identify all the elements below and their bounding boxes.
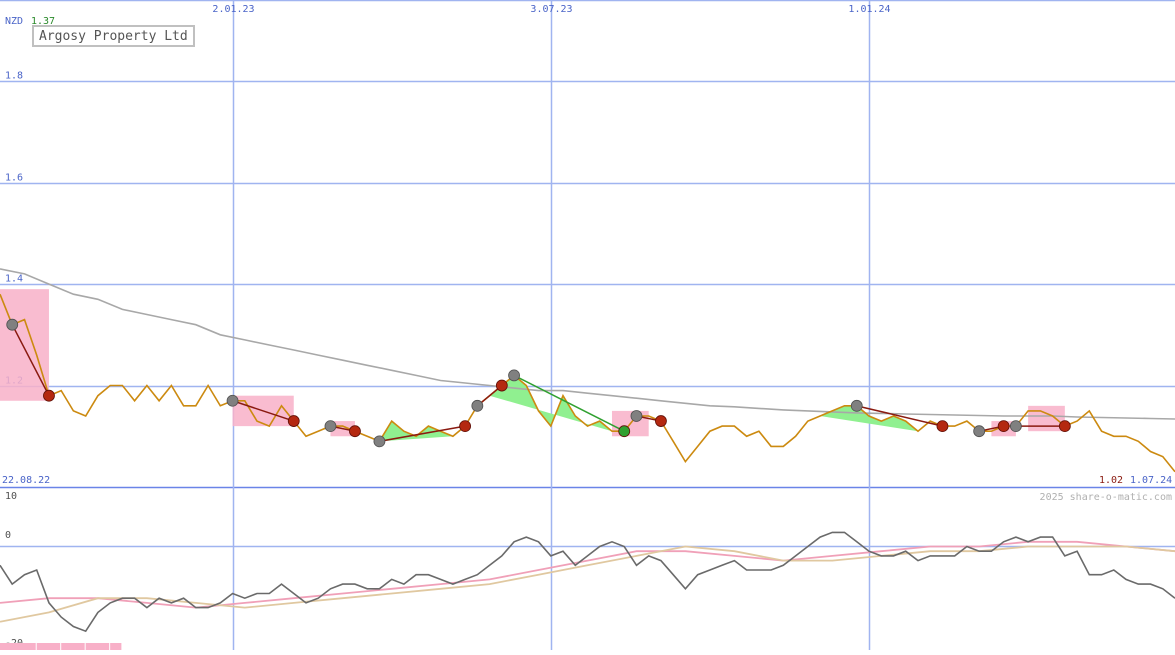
- oscillator-bar: [61, 643, 85, 650]
- sell-marker: [495, 379, 508, 392]
- start-date-label: 22.08.22: [2, 475, 50, 486]
- credit-label: 2025 share-o-matic.com: [1040, 492, 1172, 503]
- last-value-label: 1.02: [1099, 475, 1123, 486]
- loss-area: [0, 289, 49, 401]
- y-tick-label: 1.4: [5, 274, 23, 285]
- oscillator-tick-label: 0: [5, 530, 11, 541]
- price-chart: 1.81.61.41.22.01.233.07.231.01.24NZD1.37…: [0, 0, 1175, 650]
- buy-marker: [508, 369, 520, 382]
- sell-marker: [997, 420, 1010, 433]
- buy-marker: [850, 399, 863, 412]
- buy-marker: [973, 425, 986, 438]
- buy-marker: [1009, 420, 1022, 433]
- buy-marker: [6, 318, 19, 331]
- sell-marker: [43, 389, 55, 402]
- sell-marker: [618, 425, 631, 438]
- buy-marker: [226, 394, 239, 407]
- y-tick-label: 1.6: [5, 173, 23, 184]
- oscillator-bar: [85, 643, 110, 650]
- oscillator-bar: [36, 643, 61, 650]
- y-tick-label: 1.8: [5, 71, 23, 82]
- sell-marker: [1058, 420, 1071, 433]
- oscillator-bar: [110, 643, 122, 650]
- sell-marker: [287, 415, 300, 427]
- sell-marker: [936, 420, 949, 433]
- sell-marker: [655, 415, 667, 427]
- oscillator-bar: [0, 643, 36, 650]
- buy-marker: [373, 435, 386, 448]
- oscillator-tick-label: 10: [5, 491, 17, 502]
- x-tick-label: 2.01.23: [212, 4, 254, 15]
- sell-marker: [349, 425, 361, 438]
- buy-marker: [471, 399, 484, 412]
- chart-title: Argosy Property Ltd: [32, 25, 195, 47]
- chart-container: 1.81.61.41.22.01.233.07.231.01.24NZD1.37…: [0, 0, 1175, 650]
- end-date-label: 1.07.24: [1130, 475, 1172, 486]
- chart-background: [0, 0, 1175, 650]
- x-tick-label: 3.07.23: [530, 4, 572, 15]
- x-tick-label: 1.01.24: [848, 4, 890, 15]
- sell-marker: [459, 420, 472, 433]
- buy-marker: [324, 420, 337, 433]
- buy-marker: [630, 410, 643, 422]
- currency-label: NZD: [5, 16, 23, 27]
